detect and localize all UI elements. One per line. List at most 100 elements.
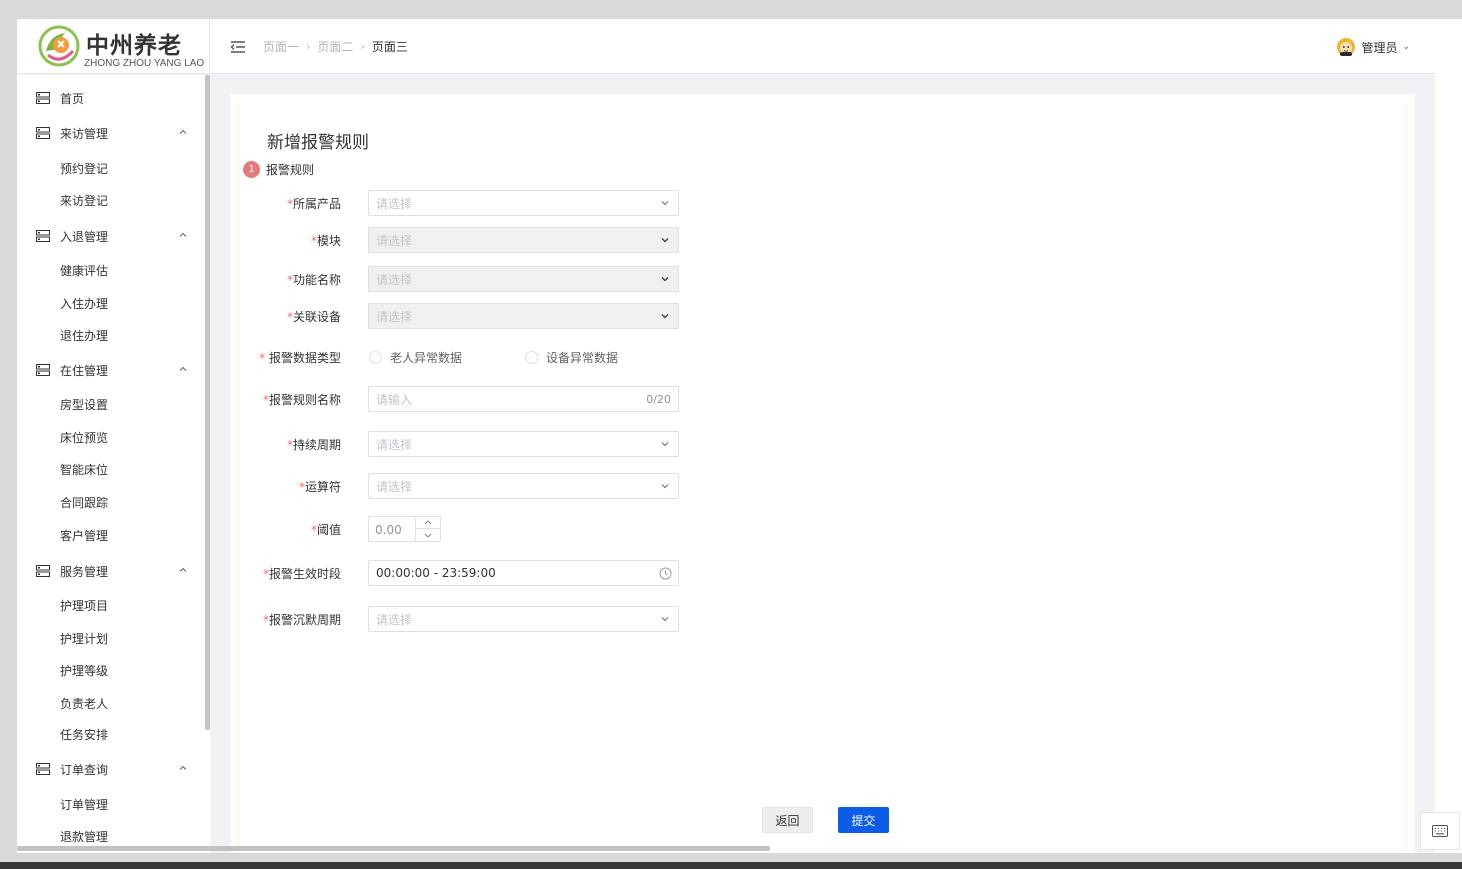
- chevron-down-icon: [661, 484, 669, 489]
- breadcrumb: 页面一 › 页面二 › 页面三: [263, 38, 408, 55]
- breadcrumb-item-1[interactable]: 页面一: [263, 38, 299, 55]
- sidebar-subitem[interactable]: 健康评估: [17, 257, 207, 283]
- chevron-up-icon: [179, 567, 187, 572]
- function-name-select[interactable]: 请选择: [368, 266, 679, 292]
- sidebar-item-label: 订单查询: [60, 762, 109, 777]
- device-select[interactable]: 请选择: [368, 303, 679, 329]
- sidebar-scrollbar-thumb[interactable]: [205, 75, 210, 730]
- threshold-value[interactable]: 0.00: [375, 523, 402, 537]
- data-type-label: * 报警数据类型: [259, 351, 341, 365]
- silence-period-select[interactable]: 请选择: [368, 606, 679, 632]
- chevron-up-icon: [179, 232, 187, 237]
- taskbar-strip: [0, 862, 1462, 869]
- threshold-stepper[interactable]: 0.00: [368, 516, 441, 542]
- sidebar-item-checkin[interactable]: 入退管理: [17, 222, 207, 250]
- radio-device-abnormal[interactable]: 设备异常数据: [525, 349, 618, 366]
- brand-logo-icon: [38, 25, 80, 67]
- submit-button[interactable]: 提交: [838, 807, 889, 833]
- menu-grid-icon: [36, 364, 50, 376]
- horizontal-scrollbar-thumb[interactable]: [17, 846, 770, 851]
- sidebar-subitem[interactable]: 来访登记: [17, 187, 207, 213]
- step-number-badge: 1: [243, 161, 260, 178]
- module-select[interactable]: 请选择: [368, 227, 679, 253]
- sidebar-subitem[interactable]: 订单管理: [17, 791, 207, 817]
- card-divider: [1406, 104, 1407, 853]
- product-select[interactable]: 请选择: [368, 190, 679, 216]
- stepper-buttons: [415, 517, 440, 541]
- sidebar-item-label: 来访管理: [60, 126, 109, 141]
- radio-elder-abnormal[interactable]: 老人异常数据: [369, 349, 462, 366]
- increment-button[interactable]: [416, 517, 440, 529]
- effective-time-label: *报警生效时段: [262, 567, 341, 581]
- period-label: *持续周期: [286, 438, 341, 452]
- sidebar: 首页 来访管理 预约登记 来访登记 入退管理 健康评估 入住办理 退住办理 在住…: [17, 75, 210, 853]
- period-select[interactable]: 请选择: [368, 431, 679, 457]
- sidebar-item-orders[interactable]: 订单查询: [17, 755, 207, 783]
- chevron-down-icon: [661, 277, 669, 282]
- sidebar-subitem[interactable]: 入住办理: [17, 290, 207, 316]
- rule-name-label: *报警规则名称: [262, 393, 341, 407]
- sidebar-item-residence[interactable]: 在住管理: [17, 356, 207, 384]
- menu-grid-icon: [36, 230, 50, 242]
- silence-period-select-placeholder: 请选择: [376, 612, 413, 627]
- back-button[interactable]: 返回: [762, 807, 813, 833]
- sidebar-scrollbar[interactable]: [204, 75, 210, 853]
- sidebar-subitem[interactable]: 护理项目: [17, 592, 207, 618]
- sidebar-subitem[interactable]: 护理等级: [17, 657, 207, 683]
- silence-period-label: *报警沉默周期: [262, 613, 341, 627]
- sidebar-subitem[interactable]: 护理计划: [17, 625, 207, 651]
- form-card: 新增报警规则 1 报警规则 *所属产品 请选择 *模块 请选择 *功能名称 请选…: [231, 94, 1415, 853]
- sidebar-subitem[interactable]: 合同跟踪: [17, 489, 207, 515]
- product-label: *所属产品: [286, 197, 341, 211]
- brand-title: 中州养老: [86, 33, 182, 59]
- rule-name-input[interactable]: 请输入 0/20: [368, 386, 679, 412]
- chevron-up-icon: [179, 366, 187, 371]
- keyboard-icon: [1432, 825, 1448, 837]
- radio-circle-icon: [369, 351, 382, 364]
- rule-name-char-count: 0/20: [646, 392, 671, 406]
- device-label: *关联设备: [286, 310, 341, 324]
- module-label: *模块: [310, 234, 341, 248]
- effective-time-range-picker[interactable]: 00:00:00 - 23:59:00: [368, 560, 679, 586]
- page-title: 新增报警规则: [267, 133, 369, 153]
- sidebar-subitem[interactable]: 智能床位: [17, 456, 207, 482]
- top-header: 中州养老 ZHONG ZHOU YANG LAO 页面一 › 页面二 › 页面三…: [17, 19, 1435, 74]
- chevron-down-icon: [661, 314, 669, 319]
- sidebar-item-service[interactable]: 服务管理: [17, 557, 207, 585]
- chevron-down-icon: [661, 442, 669, 447]
- menu-grid-icon: [36, 127, 50, 139]
- menu-fold-icon[interactable]: [230, 40, 246, 54]
- breadcrumb-item-2[interactable]: 页面二: [317, 38, 353, 55]
- chevron-down-icon: [661, 238, 669, 243]
- sidebar-item-home[interactable]: 首页: [17, 84, 207, 112]
- sidebar-subitem[interactable]: 负责老人: [17, 690, 207, 716]
- sidebar-subitem[interactable]: 预约登记: [17, 155, 207, 181]
- brand-logo[interactable]: 中州养老 ZHONG ZHOU YANG LAO: [17, 19, 210, 74]
- sidebar-subitem[interactable]: 退住办理: [17, 322, 207, 348]
- module-select-placeholder: 请选择: [376, 233, 413, 248]
- chevron-down-icon: [424, 533, 432, 538]
- radio-label: 设备异常数据: [546, 351, 619, 365]
- user-menu[interactable]: 管理员 ⌄: [1336, 37, 1410, 57]
- decrement-button[interactable]: [416, 529, 440, 541]
- sidebar-subitem[interactable]: 客户管理: [17, 522, 207, 548]
- menu-grid-icon: [36, 763, 50, 775]
- operator-select[interactable]: 请选择: [368, 473, 679, 499]
- sidebar-subitem[interactable]: 床位预览: [17, 424, 207, 450]
- breadcrumb-item-current: 页面三: [371, 40, 408, 54]
- breadcrumb-separator-icon: ›: [306, 40, 311, 53]
- chevron-down-icon: ⌄: [1402, 42, 1410, 52]
- keyboard-button[interactable]: [1420, 812, 1460, 850]
- sidebar-subitem[interactable]: 任务安排: [17, 721, 207, 747]
- rule-name-input-placeholder: 请输入: [376, 392, 413, 407]
- sidebar-item-label: 服务管理: [60, 564, 109, 579]
- step-indicator: 1 报警规则: [243, 161, 314, 178]
- sidebar-item-visit[interactable]: 来访管理: [17, 119, 207, 147]
- radio-circle-icon: [525, 351, 538, 364]
- chevron-up-icon: [179, 129, 187, 134]
- sidebar-subitem[interactable]: 房型设置: [17, 391, 207, 417]
- brand-subtitle: ZHONG ZHOU YANG LAO: [84, 58, 205, 69]
- user-name: 管理员: [1361, 40, 1398, 55]
- menu-grid-icon: [36, 565, 50, 577]
- sidebar-item-label: 首页: [60, 91, 85, 106]
